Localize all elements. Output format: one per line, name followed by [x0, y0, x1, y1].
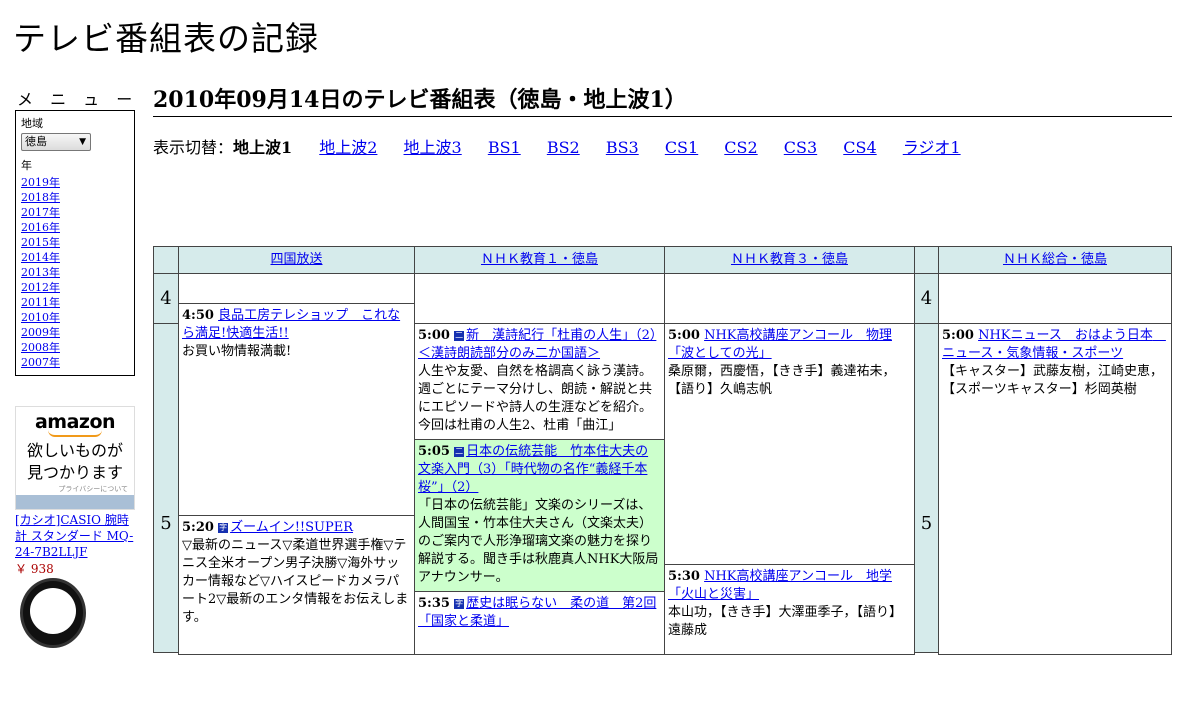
program-edu3-0530: 5:30 NHK高校講座アンコール 地学「火山と災害」 本山功，【きき手】大澤亜…	[664, 564, 915, 655]
program-title-link[interactable]: 日本の伝統芸能 竹本住大夫の文楽入門（3）「時代物の名作“義経千本桜”」（2）	[418, 444, 648, 495]
ad-footer-bar	[16, 495, 134, 509]
switcher-link-cs4[interactable]: CS4	[843, 138, 876, 157]
switcher-link-cs1[interactable]: CS1	[665, 138, 698, 157]
program-edu1-0535: 5:35 字歴史は眠らない 柔の道 第2回「国家と柔道」	[414, 591, 665, 655]
site-title: テレビ番組表の記録	[13, 19, 319, 58]
program-title-link[interactable]: NHKニュース おはよう日本 ニュース・気象情報・スポーツ	[942, 328, 1166, 361]
year-link-2012[interactable]: 2012年	[21, 281, 60, 294]
channel-switcher: 表示切替：地上波1 地上波2 地上波3 BS1 BS2 BS3 CS1 CS2 …	[153, 134, 982, 158]
switcher-link-cs2[interactable]: CS2	[724, 138, 757, 157]
channel-link-sogo[interactable]: ＮＨＫ総合・徳島	[1003, 252, 1107, 267]
year-link-2016[interactable]: 2016年	[21, 221, 60, 234]
switcher-link-bs3[interactable]: BS3	[606, 138, 639, 157]
program-time: 5:35	[418, 596, 450, 611]
program-shikoku-0450: 4:50 良品工房テレショップ これなら満足!快適生活!! お買い物情報満載!	[178, 303, 415, 516]
empty-slot-edu1	[414, 273, 665, 324]
year-list: 2019年 2018年 2017年 2016年 2015年 2014年 2013…	[21, 175, 129, 370]
watch-face	[30, 588, 76, 634]
channel-link-edu3[interactable]: ＮＨＫ教育３・徳島	[731, 252, 848, 267]
program-time: 5:30	[668, 569, 700, 584]
year-label: 年	[21, 159, 32, 172]
switcher-link-terrestrial3[interactable]: 地上波3	[404, 138, 462, 157]
program-desc: お買い物情報満載!	[182, 344, 292, 359]
program-time: 5:00	[418, 328, 450, 343]
year-link-2018[interactable]: 2018年	[21, 191, 60, 204]
menu-heading: メ ニ ュ ー	[17, 90, 139, 109]
program-edu3-0500: 5:00 NHK高校講座アンコール 物理「波としての光」 桑原爾，西慶悟，【きき…	[664, 323, 915, 565]
channel-header-edu3: ＮＨＫ教育３・徳島	[664, 246, 915, 274]
program-title-link[interactable]: NHK高校講座アンコール 地学「火山と災害」	[668, 569, 892, 602]
year-link-2013[interactable]: 2013年	[21, 266, 60, 279]
program-title-link[interactable]: 良品工房テレショップ これなら満足!快適生活!!	[182, 308, 400, 341]
program-time: 5:20	[182, 520, 214, 535]
channel-link-edu1[interactable]: ＮＨＫ教育１・徳島	[481, 252, 598, 267]
bilingual-icon: 二	[454, 447, 465, 457]
bilingual-icon: 二	[454, 331, 465, 341]
switcher-link-cs3[interactable]: CS3	[784, 138, 817, 157]
region-label: 地域	[21, 117, 43, 130]
switcher-link-terrestrial2[interactable]: 地上波2	[319, 138, 377, 157]
program-edu1-0505: 5:05 二日本の伝統芸能 竹本住大夫の文楽入門（3）「時代物の名作“義経千本桜…	[414, 439, 665, 592]
program-edu1-0500: 5:00 二新 漢詩紀行「杜甫の人生」（2）＜漢詩朗読部分のみ二か国語＞ 人生や…	[414, 323, 665, 440]
subtitle-icon: 字	[218, 523, 229, 533]
program-desc: 人生や友愛、自然を格調高く詠う漢詩。週ごとにテーマ分けし、朗読・解説と共にエピソ…	[418, 364, 653, 433]
corner-header	[153, 246, 179, 274]
ad-tagline-line1: 欲しいものが	[26, 441, 123, 460]
menu-box: 地域 徳島 ▼ 年 2019年 2018年 2017年 2016年 2015年 …	[15, 110, 135, 376]
region-select[interactable]: 徳島 ▼	[21, 133, 91, 151]
year-link-2008[interactable]: 2008年	[21, 341, 60, 354]
program-time: 4:50	[182, 308, 214, 323]
switcher-link-radio1[interactable]: ラジオ1	[903, 138, 961, 157]
schedule-grid: 四国放送 ＮＨＫ教育１・徳島 ＮＨＫ教育３・徳島 ＮＨＫ総合・徳島 4 5 4 …	[153, 246, 1172, 655]
switcher-current: 地上波1	[233, 138, 293, 157]
program-title-link[interactable]: NHK高校講座アンコール 物理「波としての光」	[668, 328, 892, 361]
year-link-2019[interactable]: 2019年	[21, 176, 60, 189]
hour-cell-5-right: 5	[914, 323, 939, 653]
program-time: 5:00	[942, 328, 974, 343]
program-time: 5:05	[418, 444, 450, 459]
year-link-2017[interactable]: 2017年	[21, 206, 60, 219]
hour-cell-4: 4	[153, 273, 179, 324]
dropdown-arrow-icon: ▼	[79, 137, 86, 147]
switcher-link-bs1[interactable]: BS1	[488, 138, 521, 157]
empty-slot-sogo	[938, 273, 1172, 324]
program-desc: 桑原爾，西慶悟，【きき手】義達祐未，【語り】久嶋志帆	[668, 364, 896, 397]
year-link-2007[interactable]: 2007年	[21, 356, 60, 369]
empty-slot-edu3	[664, 273, 915, 324]
ad-product-price: ￥ 938	[15, 562, 54, 576]
channel-link-shikoku[interactable]: 四国放送	[270, 252, 322, 267]
ad-privacy-link[interactable]: プライバシーについて	[16, 484, 134, 494]
ad-tagline-line2: 見つかります	[26, 463, 123, 482]
program-sogo-0500: 5:00 NHKニュース おはよう日本 ニュース・気象情報・スポーツ 【キャスタ…	[938, 323, 1172, 655]
program-shikoku-0520: 5:20 字ズームイン!!SUPER ▽最新のニュース▽柔道世界選手権▽テニス全…	[178, 515, 415, 655]
program-title-link[interactable]: ズームイン!!SUPER	[230, 520, 353, 535]
program-desc: 「日本の伝統芸能」文楽のシリーズは、人間国宝・竹本住大夫さん（文楽太夫）のご案内…	[418, 498, 659, 585]
ad-product-link[interactable]: [カシオ]CASIO 腕時計 スタンダード MQ-24-7B2LLJF	[15, 512, 137, 560]
program-time: 5:00	[668, 328, 700, 343]
year-link-2014[interactable]: 2014年	[21, 251, 60, 264]
channel-header-edu1: ＮＨＫ教育１・徳島	[414, 246, 665, 274]
program-desc: ▽最新のニュース▽柔道世界選手権▽テニス全米オープン男子決勝▽海外サッカー情報な…	[182, 538, 409, 625]
region-select-value: 徳島	[25, 135, 47, 148]
channel-header-sogo: ＮＨＫ総合・徳島	[938, 246, 1172, 274]
watch-product-image[interactable]	[20, 578, 86, 648]
hour-col-header	[914, 246, 939, 274]
channel-header-shikoku: 四国放送	[178, 246, 415, 274]
amazon-logo: amazon	[34, 411, 116, 433]
switcher-label: 表示切替：	[153, 138, 234, 157]
ad-tagline: 欲しいものが 見つかります	[16, 440, 134, 484]
year-link-2011[interactable]: 2011年	[21, 296, 60, 309]
page-title: 2010年09月14日のテレビ番組表（徳島・地上波1）	[153, 82, 1172, 117]
year-link-2009[interactable]: 2009年	[21, 326, 60, 339]
switcher-link-bs2[interactable]: BS2	[547, 138, 580, 157]
year-link-2010[interactable]: 2010年	[21, 311, 60, 324]
program-desc: 本山功，【きき手】大澤亜季子，【語り】遠藤成	[668, 605, 903, 638]
program-desc: 【キャスター】武藤友樹，江崎史恵，【スポーツキャスター】杉岡英樹	[942, 364, 1164, 397]
empty-slot-shikoku	[178, 273, 415, 304]
year-link-2015[interactable]: 2015年	[21, 236, 60, 249]
subtitle-icon: 字	[454, 599, 465, 609]
hour-cell-4-right: 4	[914, 273, 939, 324]
amazon-ad-banner[interactable]: amazon 欲しいものが 見つかります プライバシーについて	[15, 406, 135, 510]
hour-cell-5: 5	[153, 323, 179, 653]
